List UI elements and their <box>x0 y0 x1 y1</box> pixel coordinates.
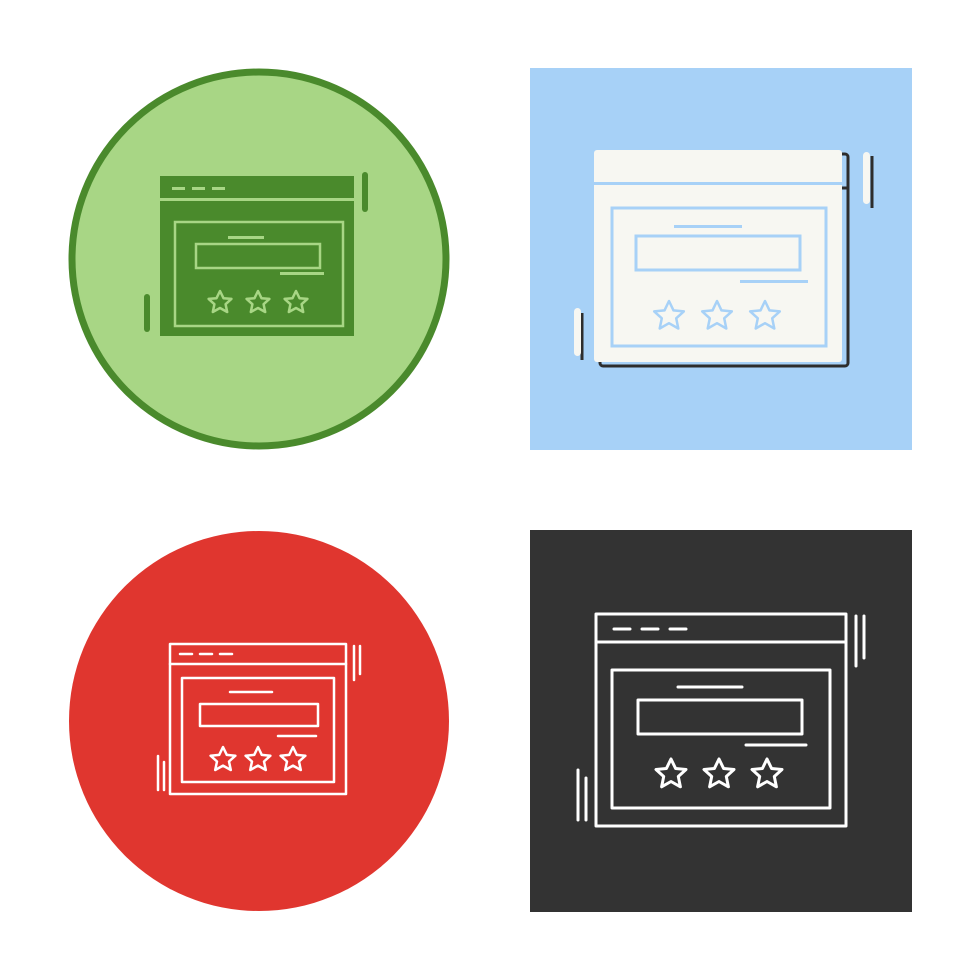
red-circle-tile <box>68 530 450 912</box>
title-bar-divider <box>160 198 354 201</box>
green-circle-tile <box>68 68 450 450</box>
blue-square-tile <box>530 68 912 450</box>
website-rating-icon <box>530 68 912 450</box>
window-dash-1 <box>172 187 185 190</box>
website-rating-icon <box>69 531 449 911</box>
text-line-top <box>228 236 264 239</box>
website-rating-icon <box>68 68 450 450</box>
window-dash-2 <box>192 187 205 190</box>
icon-front <box>574 150 870 362</box>
tile-background <box>69 531 449 911</box>
side-bar-left <box>144 294 150 332</box>
side-bar-left <box>574 308 581 356</box>
text-line-bottom <box>280 272 324 275</box>
tile-background <box>530 530 912 912</box>
icon-set-canvas <box>0 0 980 980</box>
search-box <box>194 242 322 270</box>
window-dash-3 <box>212 187 225 190</box>
side-bar-right <box>863 152 870 204</box>
website-rating-icon <box>530 530 912 912</box>
side-bar-right <box>362 172 368 212</box>
dark-square-tile <box>530 530 912 912</box>
